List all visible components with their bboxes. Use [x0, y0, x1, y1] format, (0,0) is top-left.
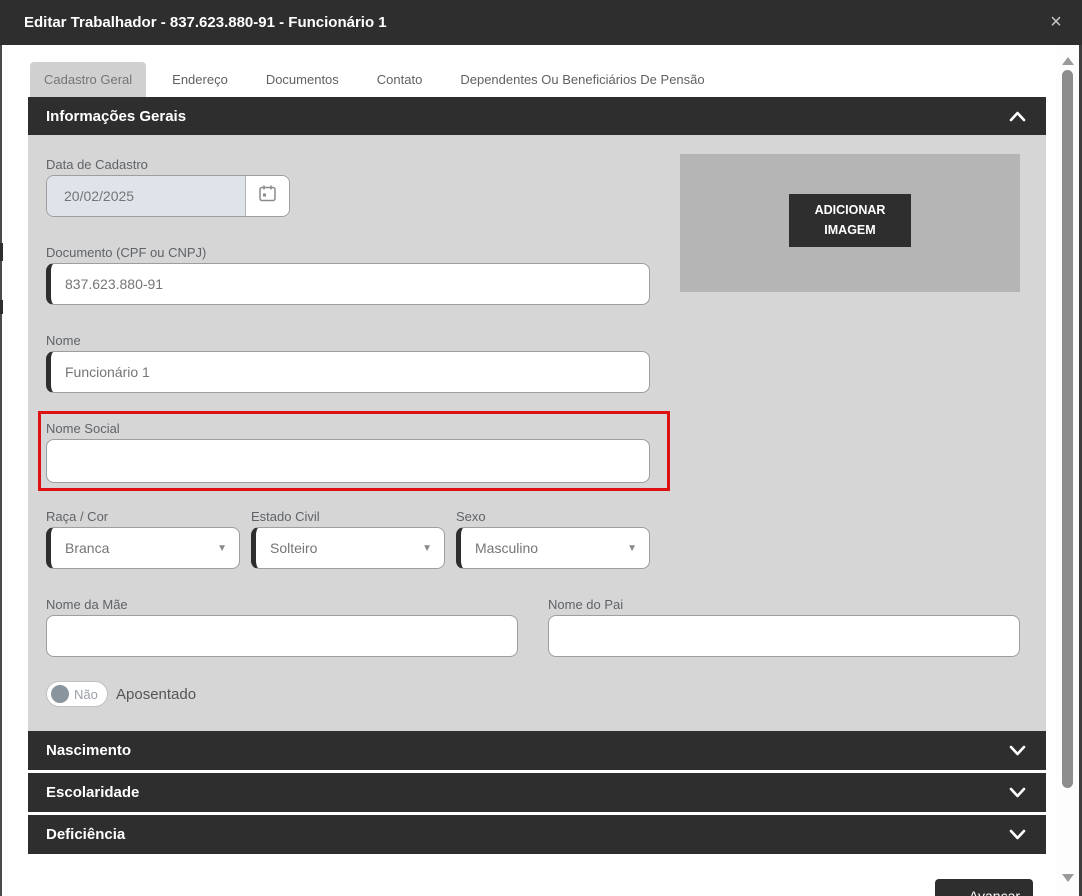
tab-contato[interactable]: Contato	[365, 62, 435, 97]
chevron-up-icon	[1009, 111, 1026, 122]
section-header-escolaridade[interactable]: Escolaridade	[28, 773, 1046, 812]
sexo-select[interactable]: Masculino ▼	[456, 527, 650, 569]
sexo-label: Sexo	[456, 509, 486, 524]
tab-bar: Cadastro Geral Endereço Documentos Conta…	[30, 62, 717, 97]
background-page-fragment	[0, 243, 3, 261]
modal-title: Editar Trabalhador - 837.623.880-91 - Fu…	[24, 0, 387, 45]
section-title: Informações Gerais	[46, 108, 186, 125]
nome-pai-label: Nome do Pai	[548, 597, 623, 612]
scrollbar-up-arrow[interactable]	[1062, 57, 1074, 65]
toggle-knob	[51, 685, 69, 703]
data-cadastro-field[interactable]: 20/02/2025	[46, 175, 290, 217]
general-info-form: Data de Cadastro 20/02/2025 Documento (C…	[28, 135, 1046, 731]
documento-input[interactable]	[46, 263, 650, 305]
calendar-icon	[258, 184, 277, 208]
raca-cor-select[interactable]: Branca ▼	[46, 527, 240, 569]
nome-social-input[interactable]	[46, 439, 650, 483]
nome-input[interactable]	[46, 351, 650, 393]
scrollbar-thumb[interactable]	[1062, 70, 1073, 788]
calendar-picker-button[interactable]	[245, 176, 289, 216]
arrow-right-icon: →	[948, 888, 962, 896]
caret-down-icon: ▼	[422, 543, 432, 554]
estado-civil-select[interactable]: Solteiro ▼	[251, 527, 445, 569]
worker-photo-placeholder: ADICIONAR IMAGEM	[680, 154, 1020, 292]
tab-cadastro-geral[interactable]: Cadastro Geral	[30, 62, 146, 97]
documento-label: Documento (CPF ou CNPJ)	[46, 245, 206, 260]
section-header-informacoes-gerais[interactable]: Informações Gerais	[28, 97, 1046, 135]
aposentado-toggle[interactable]: Não	[46, 681, 108, 707]
background-page-edge-left	[0, 45, 2, 896]
advance-button[interactable]: → Avançar	[935, 879, 1033, 896]
chevron-down-icon	[1009, 787, 1026, 798]
raca-cor-label: Raça / Cor	[46, 509, 108, 524]
section-header-deficiencia[interactable]: Deficiência	[28, 815, 1046, 854]
caret-down-icon: ▼	[217, 543, 227, 554]
tab-documentos[interactable]: Documentos	[254, 62, 351, 97]
data-cadastro-label: Data de Cadastro	[46, 157, 148, 172]
tab-endereco[interactable]: Endereço	[160, 62, 240, 97]
section-title: Nascimento	[46, 742, 131, 759]
tab-dependentes[interactable]: Dependentes Ou Beneficiários De Pensão	[448, 62, 716, 97]
scrollbar-down-arrow[interactable]	[1062, 874, 1074, 882]
estado-civil-label: Estado Civil	[251, 509, 320, 524]
caret-down-icon: ▼	[627, 543, 637, 554]
section-header-nascimento[interactable]: Nascimento	[28, 731, 1046, 770]
edit-worker-modal: Editar Trabalhador - 837.623.880-91 - Fu…	[0, 0, 1082, 896]
section-title: Escolaridade	[46, 784, 139, 801]
nome-mae-label: Nome da Mãe	[46, 597, 128, 612]
raca-cor-value: Branca	[65, 540, 109, 556]
modal-titlebar: Editar Trabalhador - 837.623.880-91 - Fu…	[0, 0, 1082, 45]
chevron-down-icon	[1009, 745, 1026, 756]
chevron-down-icon	[1009, 829, 1026, 840]
aposentado-toggle-row: Não Aposentado	[46, 681, 196, 707]
data-cadastro-value: 20/02/2025	[47, 176, 245, 216]
advance-label: Avançar	[969, 888, 1020, 896]
close-icon[interactable]: ×	[1044, 0, 1068, 45]
nome-mae-input[interactable]	[46, 615, 518, 657]
sexo-value: Masculino	[475, 540, 538, 556]
nome-pai-input[interactable]	[548, 615, 1020, 657]
nome-social-label: Nome Social	[46, 421, 120, 436]
background-page-fragment	[0, 300, 3, 314]
estado-civil-value: Solteiro	[270, 540, 317, 556]
section-title: Deficiência	[46, 826, 125, 843]
aposentado-label: Aposentado	[116, 686, 196, 703]
add-image-button[interactable]: ADICIONAR IMAGEM	[789, 194, 911, 247]
nome-label: Nome	[46, 333, 81, 348]
toggle-state: Não	[74, 687, 98, 702]
